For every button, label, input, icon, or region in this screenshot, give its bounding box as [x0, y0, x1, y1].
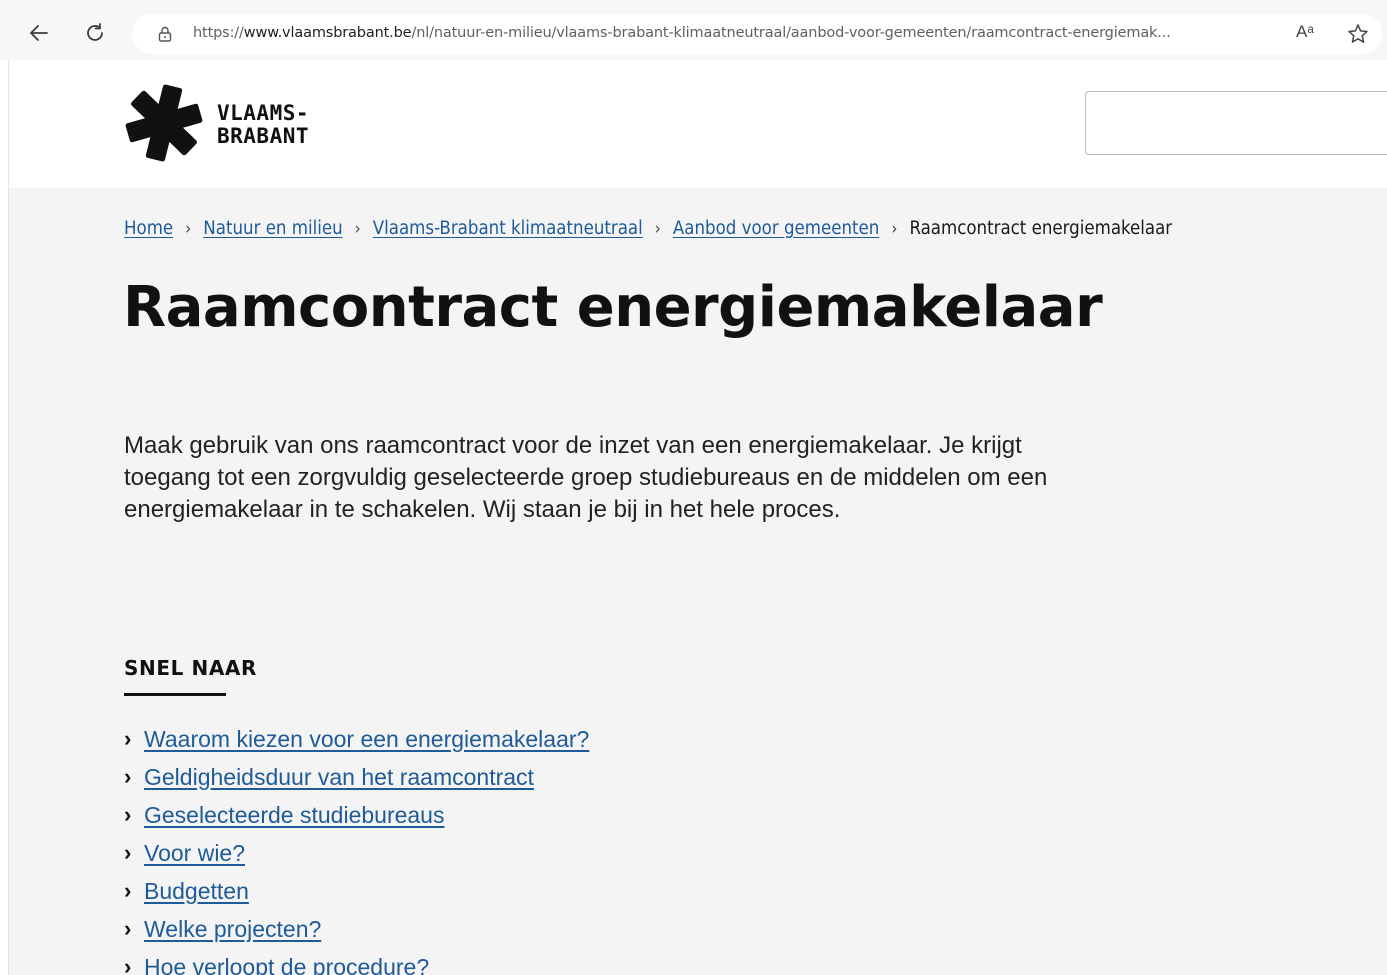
- list-item: › Geselecteerde studiebureaus: [124, 796, 589, 834]
- breadcrumb-klimaatneutraal[interactable]: Vlaams-Brabant klimaatneutraal: [373, 218, 643, 239]
- read-aloud-icon[interactable]: Aᵃ: [1296, 22, 1320, 46]
- chevron-right-icon: ›: [124, 954, 132, 975]
- quick-link-voor-wie[interactable]: Voor wie?: [144, 840, 245, 867]
- list-item: › Hoe verloopt de procedure?: [124, 948, 589, 975]
- list-item: › Waarom kiezen voor een energiemakelaar?: [124, 720, 589, 758]
- page-title: Raamcontract energiemakelaar: [123, 275, 1103, 340]
- list-item: › Welke projecten?: [124, 910, 589, 948]
- breadcrumb-natuur-en-milieu[interactable]: Natuur en milieu: [203, 218, 342, 239]
- list-item: › Geldigheidsduur van het raamcontract: [124, 758, 589, 796]
- chevron-right-icon: ›: [124, 916, 132, 941]
- quick-link-geldigheidsduur[interactable]: Geldigheidsduur van het raamcontract: [144, 764, 534, 791]
- search-box[interactable]: [1085, 91, 1387, 155]
- breadcrumb-home[interactable]: Home: [124, 218, 173, 239]
- quick-link-budgetten[interactable]: Budgetten: [144, 878, 249, 905]
- url-scheme: https://: [193, 25, 244, 41]
- logo-line-2: BRABANT: [217, 124, 310, 148]
- page-viewport: VLAAMS- BRABANT Home › Natuur en milieu …: [8, 60, 1387, 975]
- back-arrow-icon[interactable]: [24, 18, 54, 48]
- address-bar[interactable]: https://www.vlaamsbrabant.be/nl/natuur-e…: [132, 14, 1382, 54]
- chevron-right-icon: ›: [124, 802, 132, 827]
- breadcrumb: Home › Natuur en milieu › Vlaams-Brabant…: [124, 218, 1172, 239]
- url-text[interactable]: https://www.vlaamsbrabant.be/nl/natuur-e…: [193, 25, 1171, 41]
- breadcrumb-current: Raamcontract energiemakelaar: [909, 218, 1173, 239]
- search-input[interactable]: [1086, 92, 1387, 154]
- url-host: www.vlaamsbrabant.be: [243, 25, 412, 41]
- intro-paragraph: Maak gebruik van ons raamcontract voor d…: [124, 432, 1048, 523]
- site-logo-text[interactable]: VLAAMS- BRABANT: [217, 102, 309, 148]
- quick-link-studiebureaus[interactable]: Geselecteerde studiebureaus: [144, 802, 444, 829]
- quick-link-procedure[interactable]: Hoe verloopt de procedure?: [144, 954, 429, 975]
- quick-link-waarom[interactable]: Waarom kiezen voor een energiemakelaar?: [144, 726, 589, 753]
- star-icon[interactable]: [1346, 22, 1370, 46]
- logo-line-1: VLAAMS-: [217, 101, 310, 125]
- asterisk-logo-icon[interactable]: [123, 82, 205, 164]
- chevron-right-icon: ›: [124, 840, 132, 865]
- browser-toolbar: https://www.vlaamsbrabant.be/nl/natuur-e…: [0, 0, 1387, 60]
- url-path: /nl/natuur-en-milieu/vlaams-brabant-klim…: [411, 25, 1171, 41]
- breadcrumb-separator: ›: [354, 218, 361, 239]
- chevron-right-icon: ›: [124, 764, 132, 789]
- reload-icon[interactable]: [80, 18, 110, 48]
- quick-link-welke-projecten[interactable]: Welke projecten?: [144, 916, 321, 943]
- list-item: › Budgetten: [124, 872, 589, 910]
- breadcrumb-aanbod-voor-gemeenten[interactable]: Aanbod voor gemeenten: [673, 218, 879, 239]
- breadcrumb-separator: ›: [654, 218, 661, 239]
- heading-underline: [124, 693, 226, 696]
- chevron-right-icon: ›: [124, 726, 132, 751]
- breadcrumb-separator: ›: [891, 218, 898, 239]
- lock-icon[interactable]: [156, 25, 174, 43]
- chevron-right-icon: ›: [124, 878, 132, 903]
- site-header: VLAAMS- BRABANT: [9, 60, 1387, 188]
- quick-links-list: › Waarom kiezen voor een energiemakelaar?…: [124, 720, 589, 975]
- snel-naar-heading: SNEL NAAR: [124, 656, 258, 680]
- breadcrumb-separator: ›: [185, 218, 192, 239]
- list-item: › Voor wie?: [124, 834, 589, 872]
